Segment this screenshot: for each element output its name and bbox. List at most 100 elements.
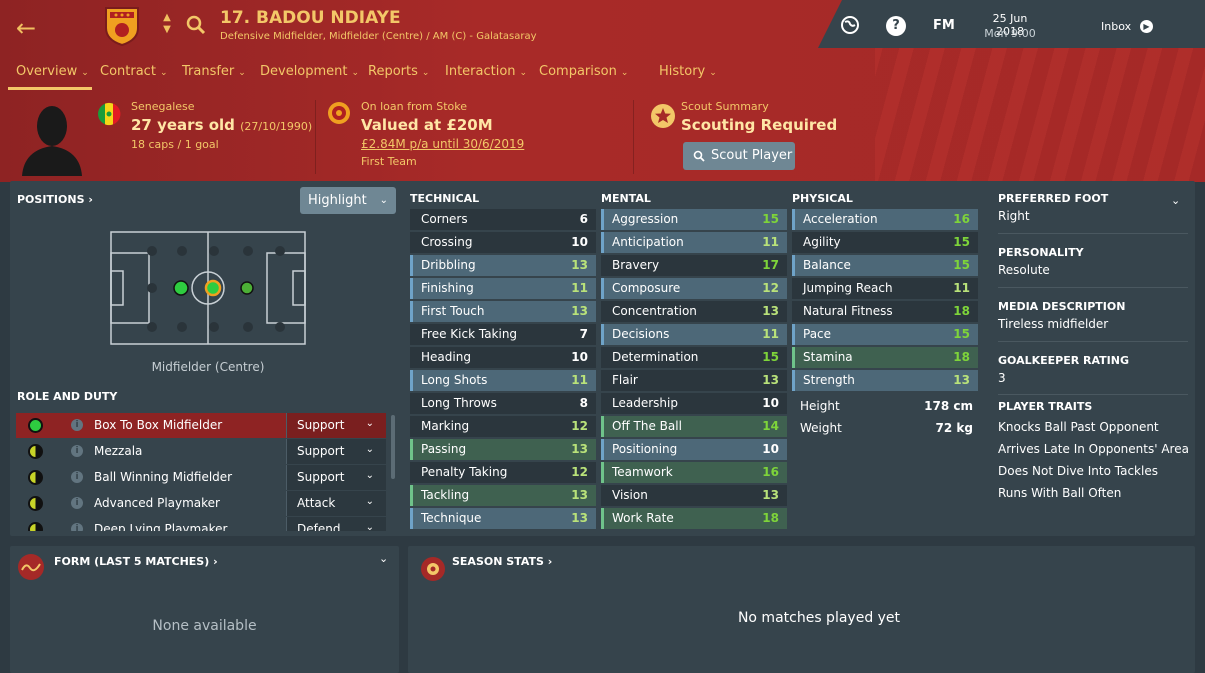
attribute-row[interactable]: Teamwork 16 bbox=[601, 462, 787, 483]
tab-label: Reports bbox=[368, 64, 418, 79]
info-icon[interactable]: i bbox=[71, 523, 83, 531]
attribute-row[interactable]: Aggression 15 bbox=[601, 209, 787, 230]
positions-header[interactable]: POSITIONS › bbox=[17, 193, 93, 206]
tab-label: Interaction bbox=[445, 64, 516, 79]
duty-dropdown[interactable]: Attack ⌄ bbox=[286, 491, 386, 516]
role-row[interactable]: i Advanced Playmaker Attack ⌄ bbox=[16, 491, 386, 516]
tab-interaction[interactable]: Interaction ⌄ bbox=[445, 64, 527, 90]
role-row[interactable]: i Ball Winning Midfielder Support ⌄ bbox=[16, 465, 386, 490]
attribute-row[interactable]: Passing 13 bbox=[410, 439, 596, 460]
attribute-row[interactable]: Agility 15 bbox=[792, 232, 978, 253]
role-row[interactable]: i Box To Box Midfielder Support ⌄ bbox=[16, 413, 386, 438]
physical-header: PHYSICAL bbox=[792, 192, 853, 205]
attribute-row[interactable]: Positioning 10 bbox=[601, 439, 787, 460]
duty-dropdown[interactable]: Support ⌄ bbox=[286, 413, 386, 438]
attribute-row[interactable]: Bravery 17 bbox=[601, 255, 787, 276]
attribute-row[interactable]: Dribbling 13 bbox=[410, 255, 596, 276]
attribute-row[interactable]: Jumping Reach 11 bbox=[792, 278, 978, 299]
attribute-name: Agility bbox=[803, 235, 841, 249]
info-icon[interactable]: i bbox=[71, 471, 83, 483]
inbox-button[interactable]: Inbox bbox=[1101, 20, 1131, 33]
attribute-row[interactable]: Off The Ball 14 bbox=[601, 416, 787, 437]
attribute-row[interactable]: Natural Fitness 18 bbox=[792, 301, 978, 322]
scout-player-button[interactable]: Scout Player bbox=[683, 142, 795, 170]
duty-dropdown[interactable]: Defend ⌄ bbox=[286, 517, 386, 531]
chevron-down-icon: ⌄ bbox=[620, 68, 629, 78]
duty-dropdown[interactable]: Support ⌄ bbox=[286, 465, 386, 490]
attribute-row[interactable]: Concentration 13 bbox=[601, 301, 787, 322]
attribute-row[interactable]: Penalty Taking 12 bbox=[410, 462, 596, 483]
attribute-value: 10 bbox=[571, 350, 588, 364]
tab-comparison[interactable]: Comparison ⌄ bbox=[539, 64, 628, 90]
tab-reports[interactable]: Reports ⌄ bbox=[368, 64, 429, 90]
attribute-row[interactable]: Decisions 11 bbox=[601, 324, 787, 345]
attribute-row[interactable]: Pace 15 bbox=[792, 324, 978, 345]
tab-label: History bbox=[659, 64, 706, 79]
attribute-row[interactable]: Crossing 10 bbox=[410, 232, 596, 253]
attribute-row[interactable]: Tackling 13 bbox=[410, 485, 596, 506]
attribute-value: 15 bbox=[762, 350, 779, 364]
world-globe-icon[interactable] bbox=[840, 15, 860, 35]
highlight-dropdown[interactable]: Highlight ⌄ bbox=[300, 187, 396, 214]
divider bbox=[998, 233, 1188, 234]
attribute-row[interactable]: Determination 15 bbox=[601, 347, 787, 368]
attribute-row[interactable]: Balance 15 bbox=[792, 255, 978, 276]
role-row[interactable]: i Mezzala Support ⌄ bbox=[16, 439, 386, 464]
date-of-birth: (27/10/1990) bbox=[240, 120, 313, 133]
attribute-row[interactable]: Marking 12 bbox=[410, 416, 596, 437]
help-icon[interactable]: ? bbox=[886, 16, 906, 36]
back-arrow-icon[interactable]: ← bbox=[16, 14, 36, 42]
player-nav-arrows[interactable]: ▲ ▼ bbox=[160, 12, 174, 36]
next-player-icon[interactable]: ▼ bbox=[160, 24, 174, 36]
attribute-row[interactable]: Technique 13 bbox=[410, 508, 596, 529]
attribute-value: 11 bbox=[571, 373, 588, 387]
tab-contract[interactable]: Contract ⌄ bbox=[100, 64, 167, 90]
attribute-row[interactable]: Acceleration 16 bbox=[792, 209, 978, 230]
attribute-value: 17 bbox=[762, 258, 779, 272]
attribute-row[interactable]: Long Throws 8 bbox=[410, 393, 596, 414]
info-icon[interactable]: i bbox=[71, 497, 83, 509]
player-header: ← ▲ ▼ 17. BADOU NDIAYE Defensive Midfiel… bbox=[0, 0, 1205, 182]
role-name: Ball Winning Midfielder bbox=[94, 470, 233, 484]
tab-transfer[interactable]: Transfer ⌄ bbox=[182, 64, 246, 90]
chevron-down-icon: ⌄ bbox=[709, 68, 717, 78]
info-icon[interactable]: i bbox=[71, 445, 83, 457]
chevron-down-icon[interactable]: ⌄ bbox=[379, 552, 388, 565]
info-icon[interactable]: i bbox=[71, 419, 83, 431]
tab-development[interactable]: Development ⌄ bbox=[260, 64, 359, 90]
form-header[interactable]: FORM (LAST 5 MATCHES) › bbox=[54, 555, 218, 568]
attribute-row[interactable]: Heading 10 bbox=[410, 347, 596, 368]
attribute-row[interactable]: Corners 6 bbox=[410, 209, 596, 230]
attribute-row[interactable]: Strength 13 bbox=[792, 370, 978, 391]
attribute-row[interactable]: Flair 13 bbox=[601, 370, 787, 391]
attribute-row[interactable]: Work Rate 18 bbox=[601, 508, 787, 529]
attribute-row[interactable]: First Touch 13 bbox=[410, 301, 596, 322]
attribute-name: Determination bbox=[612, 350, 699, 364]
search-icon[interactable] bbox=[186, 15, 206, 35]
personality-title: PERSONALITY bbox=[998, 246, 1084, 259]
attribute-row[interactable]: Leadership 10 bbox=[601, 393, 787, 414]
attribute-row[interactable]: Vision 13 bbox=[601, 485, 787, 506]
attribute-row[interactable]: Stamina 18 bbox=[792, 347, 978, 368]
season-stats-header[interactable]: SEASON STATS › bbox=[452, 555, 552, 568]
position-dot-mc bbox=[204, 279, 222, 297]
chevron-down-icon: ⌄ bbox=[238, 68, 246, 78]
attribute-row[interactable]: Long Shots 11 bbox=[410, 370, 596, 391]
attribute-row[interactable]: Composure 12 bbox=[601, 278, 787, 299]
attribute-row[interactable]: Anticipation 11 bbox=[601, 232, 787, 253]
duty-dropdown[interactable]: Support ⌄ bbox=[286, 439, 386, 464]
attribute-row[interactable]: Free Kick Taking 7 bbox=[410, 324, 596, 345]
tab-overview[interactable]: Overview ⌄ bbox=[8, 64, 92, 90]
player-value: Valued at £20M bbox=[361, 116, 493, 134]
attribute-name: Acceleration bbox=[803, 212, 878, 226]
chevron-down-icon[interactable]: ⌄ bbox=[1171, 194, 1180, 207]
wage-link[interactable]: £2.84M p/a until 30/6/2019 bbox=[361, 137, 524, 151]
previous-player-icon[interactable]: ▲ bbox=[160, 12, 174, 24]
tab-history[interactable]: History ⌄ bbox=[659, 64, 717, 90]
fm-menu[interactable]: FM bbox=[933, 18, 955, 33]
attribute-row[interactable]: Finishing 11 bbox=[410, 278, 596, 299]
role-list-scrollbar[interactable] bbox=[391, 415, 395, 479]
tab-label: Transfer bbox=[182, 64, 235, 79]
role-row[interactable]: i Deep Lying Playmaker Defend ⌄ bbox=[16, 517, 386, 531]
continue-icon[interactable]: ▶ bbox=[1140, 20, 1153, 33]
